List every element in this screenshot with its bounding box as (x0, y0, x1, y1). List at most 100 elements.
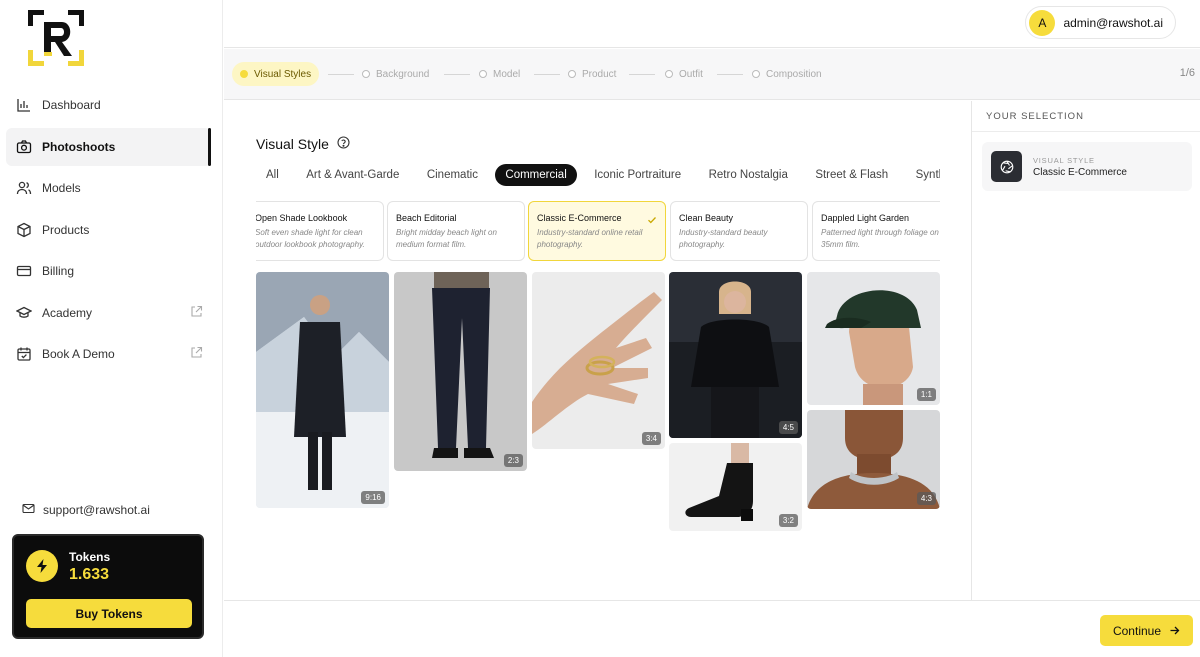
tab-all[interactable]: All (256, 164, 289, 186)
step-label: Model (493, 68, 521, 80)
progress-stepper: Visual Styles Background Model Product O… (224, 49, 1200, 100)
user-email: admin@rawshot.ai (1063, 15, 1163, 30)
style-card-name: Classic E-Commerce (537, 213, 622, 223)
step-label: Background (376, 68, 430, 80)
tokens-card: Tokens 1.633 Buy Tokens (12, 534, 204, 639)
top-bar: A admin@rawshot.ai (224, 0, 1200, 48)
avatar: A (1029, 9, 1056, 36)
sidebar-item-academy[interactable]: Academy (6, 294, 211, 332)
aspect-ratio-badge: 3:2 (778, 514, 798, 527)
support-email: support@rawshot.ai (43, 503, 150, 517)
aspect-ratio-badge: 4:5 (778, 421, 798, 434)
step-dot (665, 70, 673, 78)
example-image-necklace: 4:3 (807, 410, 940, 509)
example-image-cap: 1:1 (807, 272, 940, 405)
sidebar-item-label: Dashboard (42, 98, 101, 112)
step-model[interactable]: Model (479, 62, 520, 86)
continue-button[interactable]: Continue (1100, 615, 1193, 646)
sidebar-item-products[interactable]: Products (6, 211, 211, 249)
step-dot (479, 70, 487, 78)
step-connector (444, 74, 470, 75)
style-card-desc: Patterned light through foliage on 35mm … (821, 228, 939, 249)
sidebar-item-models[interactable]: Models (6, 169, 211, 207)
style-card-desc: Soft even shade light for clean outdoor … (256, 228, 365, 249)
sidebar-item-label: Models (42, 181, 81, 195)
sidebar-item-label: Photoshoots (42, 139, 116, 154)
footer-bar: Continue (224, 600, 1200, 657)
tab-street-flash[interactable]: Street & Flash (805, 164, 898, 186)
selection-item-visual-style[interactable]: VISUAL STYLE Classic E-Commerce (982, 142, 1192, 191)
main-content: Visual Style All Art & Avant-Garde Cinem… (224, 101, 971, 600)
style-category-tabs: All Art & Avant-Garde Cinematic Commerci… (256, 164, 940, 186)
arrow-right-icon (1170, 626, 1180, 635)
continue-label: Continue (1112, 623, 1162, 638)
example-gallery: 9:16 2:3 3:4 4:5 3:2 1:1 4:3 (256, 272, 940, 532)
divider (972, 131, 1200, 132)
step-label: Visual Styles (254, 68, 312, 80)
style-card-desc: Industry-standard online retail photogra… (537, 228, 643, 249)
users-icon (16, 180, 32, 196)
sidebar-item-book-a-demo[interactable]: Book A Demo (6, 335, 211, 373)
step-count: 1/6 (1179, 67, 1195, 79)
step-dot (362, 70, 370, 78)
step-dot (752, 70, 760, 78)
tab-retro-nostalgia[interactable]: Retro Nostalgia (699, 164, 798, 186)
step-connector (534, 74, 560, 75)
external-link-icon (190, 346, 203, 359)
step-outfit[interactable]: Outfit (665, 62, 703, 86)
aspect-ratio-badge: 2:3 (503, 454, 523, 467)
tokens-value: 1.633 (69, 566, 110, 583)
sidebar-item-photoshoots[interactable]: Photoshoots (6, 127, 211, 166)
tab-iconic-portraiture[interactable]: Iconic Portraiture (584, 164, 691, 186)
selection-panel: YOUR SELECTION VISUAL STYLE Classic E-Co… (971, 101, 1200, 600)
style-card-classic-e-commerce[interactable]: Classic E-Commerce Industry-standard onl… (528, 201, 666, 261)
style-card-beach-editorial[interactable]: Beach Editorial Bright midday beach ligh… (387, 201, 525, 261)
user-menu[interactable]: A admin@rawshot.ai (1025, 6, 1176, 39)
section-title: Visual Style (256, 136, 350, 152)
step-label: Outfit (679, 68, 703, 80)
step-label: Composition (766, 68, 822, 80)
sidebar-item-label: Billing (42, 264, 75, 278)
sidebar-item-label: Book A Demo (42, 347, 115, 361)
box-icon (16, 222, 32, 238)
sidebar-item-label: Academy (42, 305, 93, 320)
sidebar-item-billing[interactable]: Billing (6, 252, 211, 290)
style-card-name: Open Shade Lookbook (256, 213, 348, 223)
step-visual-styles[interactable]: Visual Styles (232, 62, 320, 86)
example-image-boot: 3:2 (669, 443, 802, 531)
step-background[interactable]: Background (362, 62, 429, 86)
step-composition[interactable]: Composition (752, 62, 822, 86)
sidebar-item-dashboard[interactable]: Dashboard (6, 86, 211, 124)
external-link-icon (190, 305, 203, 318)
calendar-check-icon (16, 346, 32, 362)
sidebar-nav: Dashboard Photoshoots Models Products Bi… (6, 86, 211, 377)
buy-tokens-button[interactable]: Buy Tokens (26, 599, 192, 628)
tab-art-avant-garde[interactable]: Art & Avant-Garde (296, 164, 409, 186)
tab-cinematic[interactable]: Cinematic (417, 164, 488, 186)
tokens-label: Tokens (69, 550, 111, 564)
tab-commercial[interactable]: Commercial (495, 164, 577, 186)
style-card-dappled-light-garden[interactable]: Dappled Light Garden Patterned light thr… (812, 201, 940, 261)
aperture-icon (991, 151, 1022, 182)
aspect-ratio-badge: 4:3 (916, 492, 936, 505)
example-image-leather-jacket: 4:5 (669, 272, 802, 438)
step-dot (568, 70, 576, 78)
tab-synth[interactable]: Synth (906, 164, 940, 186)
selection-label: VISUAL STYLE (1033, 156, 1095, 165)
style-card-open-shade-lookbook[interactable]: Open Shade Lookbook Soft even shade ligh… (256, 201, 384, 261)
aspect-ratio-badge: 1:1 (916, 388, 936, 401)
bar-chart-icon (16, 97, 32, 113)
brand-logo[interactable] (26, 8, 86, 68)
check-icon (647, 212, 657, 230)
support-link[interactable]: support@rawshot.ai (22, 502, 150, 518)
style-card-clean-beauty[interactable]: Clean Beauty Industry-standard beauty ph… (670, 201, 808, 261)
example-image-trousers: 2:3 (394, 272, 527, 471)
example-image-coat: 9:16 (256, 272, 389, 508)
help-icon[interactable] (337, 136, 350, 152)
selection-title: YOUR SELECTION (986, 111, 1084, 122)
step-product[interactable]: Product (568, 62, 616, 86)
style-card-name: Dappled Light Garden (821, 213, 910, 223)
sidebar-item-label: Products (42, 222, 90, 237)
selection-value: Classic E-Commerce (1033, 167, 1127, 178)
credit-card-icon (16, 263, 32, 279)
